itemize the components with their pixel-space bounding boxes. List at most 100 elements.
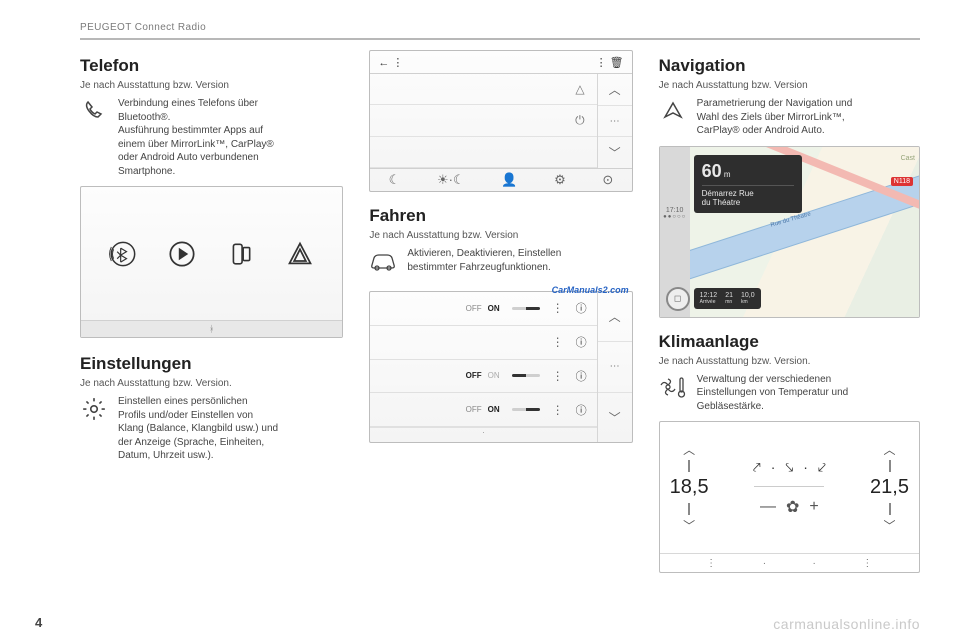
android-auto-icon[interactable]	[283, 237, 317, 271]
toggle-row[interactable]: OFFON ⋮ ⓘ	[370, 360, 596, 394]
nav-clock: 17:10	[666, 207, 684, 214]
info-icon[interactable]: ⓘ	[576, 368, 587, 384]
more-icon[interactable]: ⋮	[552, 301, 564, 315]
toggle-switch[interactable]: OFFON	[466, 405, 500, 414]
more-icon[interactable]: ⋮	[862, 558, 872, 569]
section-title-navigation: Navigation	[659, 56, 920, 76]
scroll-down-icon[interactable]: ﹀	[598, 137, 632, 168]
list-header: ← ⋮ ⋮ 🗑	[370, 51, 631, 74]
eta-min-label: mn	[725, 299, 733, 305]
on-label: ON	[488, 405, 500, 414]
tick	[688, 460, 690, 472]
toggle-row[interactable]: OFFON ⋮ ⓘ	[370, 393, 596, 427]
list-row[interactable]: ⏻	[370, 105, 596, 136]
section-title-telefon: Telefon	[80, 56, 341, 76]
bluetooth-icon[interactable]	[106, 237, 140, 271]
page-header: PEUGEOT Connect Radio	[80, 22, 206, 33]
dot: ·	[763, 558, 766, 569]
scroll-up-icon[interactable]: ︿	[598, 292, 632, 342]
switch-bar	[512, 408, 540, 411]
on-label: ON	[488, 371, 500, 380]
airflow-icon[interactable]: ⤦	[818, 459, 826, 476]
more-icon[interactable]: ⋮	[552, 335, 564, 349]
nav-instruction-line: Démarrez Rue	[702, 189, 794, 198]
mirrorlink-icon[interactable]	[165, 237, 199, 271]
brightness-icon[interactable]: ☀·☾	[437, 172, 465, 188]
navigation-map-panel[interactable]: 17:10 ●●○○○ ◻ 60 m Démarrez Rue du Théat…	[659, 146, 920, 318]
moon-icon[interactable]: ☾	[389, 172, 401, 188]
column-1: Telefon Je nach Ausstattung bzw. Version…	[80, 50, 341, 610]
list-row[interactable]	[370, 137, 596, 168]
panel-footer: ᚼ	[81, 320, 342, 337]
fan-plus-button[interactable]: +	[809, 498, 818, 516]
more-icon[interactable]: ⋮	[552, 369, 564, 383]
desc-line: oder Android Auto verbundenen	[118, 152, 259, 163]
desc-row: Einstellen eines persönlichen Profils un…	[80, 395, 341, 463]
airflow-icon[interactable]: ⤥	[785, 459, 793, 476]
info-icon[interactable]: ⓘ	[576, 402, 587, 418]
chevron-down-icon[interactable]: ﹀	[683, 517, 695, 534]
eta-dist-label: km	[741, 299, 755, 305]
chevron-down-icon[interactable]: ﹀	[884, 517, 896, 534]
chevron-up-icon[interactable]: ︿	[683, 441, 695, 458]
menu-trash-icon[interactable]: ⋮ 🗑	[596, 56, 624, 69]
desc-line: der Anzeige (Sprache, Einheiten,	[118, 437, 264, 448]
desc-line: Gebläsestärke.	[697, 401, 764, 412]
temp-right-value: 21,5	[870, 476, 909, 499]
toggles-footer: ·	[370, 427, 596, 442]
more-icon[interactable]: ⋮	[552, 403, 564, 417]
content-columns: Telefon Je nach Ausstattung bzw. Version…	[80, 50, 920, 610]
fan-icon: ✿	[786, 497, 799, 517]
chevron-up-icon[interactable]: ︿	[884, 441, 896, 458]
temp-left-control[interactable]: ︿ 18,5 ﹀	[670, 441, 709, 534]
airflow-icon[interactable]: ⤤	[753, 459, 761, 476]
scroll-more-icon[interactable]: ⋯	[598, 342, 632, 392]
section-subtitle: Je nach Ausstattung bzw. Version.	[80, 378, 341, 389]
desc-row: Aktivieren, Deaktivieren, Einstellen bes…	[369, 247, 630, 275]
nav-eta-card: 12:12Arrivée 21mn 10,0km	[694, 288, 761, 309]
desc-text: Aktivieren, Deaktivieren, Einstellen bes…	[407, 247, 561, 275]
phone-icon	[80, 97, 108, 125]
map-place-label: Cast	[901, 155, 915, 162]
fan-minus-button[interactable]: —	[760, 498, 776, 516]
back-icon[interactable]: ← ⋮	[378, 56, 403, 69]
desc-line: Aktivieren, Deaktivieren, Einstellen	[407, 248, 561, 259]
eta-time: 12:12	[700, 292, 718, 299]
nav-instruction-card: 60 m Démarrez Rue du Théatre	[694, 155, 802, 213]
list-row[interactable]: △	[370, 74, 596, 105]
tick	[889, 460, 891, 472]
info-icon[interactable]: ⓘ	[576, 334, 587, 350]
info-icon[interactable]: ⓘ	[576, 300, 587, 316]
section-subtitle: Je nach Ausstattung bzw. Version	[369, 230, 630, 241]
carplay-icon[interactable]	[224, 237, 258, 271]
nav-distance-unit: m	[724, 170, 731, 179]
eta-dist: 10,0	[741, 292, 755, 299]
temp-right-control[interactable]: ︿ 21,5 ﹀	[870, 441, 909, 534]
column-2: ← ⋮ ⋮ 🗑 △ ⏻ ︿ ⋯ ﹀ ☾ ☀·☾ 👤 ⚙	[369, 50, 630, 610]
desc-line: Ausführung bestimmter Apps auf	[118, 125, 263, 136]
eta-time-label: Arrivée	[700, 299, 718, 305]
desc-line: Smartphone.	[118, 166, 175, 177]
list-scroll: ︿ ⋯ ﹀	[597, 74, 632, 168]
shortcut-list-panel: ← ⋮ ⋮ 🗑 △ ⏻ ︿ ⋯ ﹀ ☾ ☀·☾ 👤 ⚙	[369, 50, 632, 192]
watermark: carmanualsonline.info	[773, 616, 920, 632]
scroll-down-icon[interactable]: ﹀	[598, 393, 632, 442]
tick	[688, 503, 690, 515]
dot: ·	[813, 558, 816, 569]
scroll-up-icon[interactable]: ︿	[598, 74, 632, 106]
location-icon[interactable]: ⊙	[602, 172, 613, 188]
toggle-row[interactable]: ⋮ⓘ	[370, 326, 596, 360]
more-icon[interactable]: ⋮	[706, 558, 716, 569]
scroll-more-icon[interactable]: ⋯	[598, 106, 632, 138]
settings-icon[interactable]: ⚙	[554, 172, 566, 188]
header-rule	[80, 38, 920, 40]
desc-line: Klang (Balance, Klangbild usw.) und	[118, 423, 278, 434]
profile-icon[interactable]: 👤	[501, 172, 517, 188]
section-title-fahren: Fahren	[369, 206, 630, 226]
toggle-row[interactable]: OFFON ⋮ ⓘ	[370, 292, 596, 326]
toggle-switch[interactable]: OFFON	[466, 371, 500, 380]
toggle-switch[interactable]: OFFON	[466, 304, 500, 313]
airflow-row[interactable]: ⤤· ⤥· ⤦	[753, 459, 826, 476]
nav-stop-button[interactable]: ◻	[666, 287, 690, 311]
divider	[754, 486, 824, 487]
